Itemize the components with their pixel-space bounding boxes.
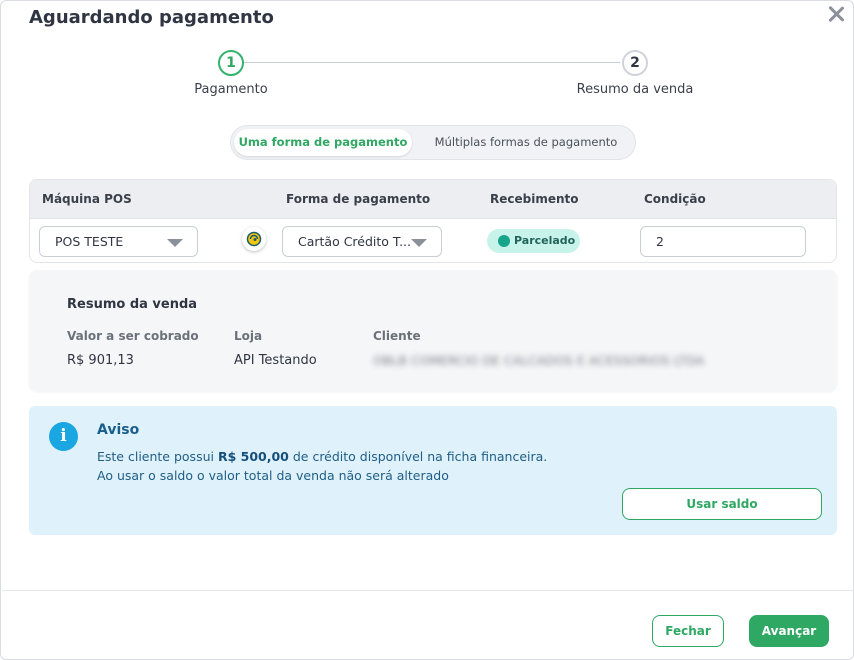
step-1-indicator: 1 bbox=[218, 50, 244, 76]
payment-mode-toggle: Uma forma de pagamento Múltiplas formas … bbox=[230, 125, 636, 160]
close-icon[interactable] bbox=[825, 3, 847, 25]
status-badge-label: Parcelado bbox=[514, 234, 576, 247]
condition-input[interactable]: 2 bbox=[640, 226, 806, 257]
notice-credit-amount: R$ 500,00 bbox=[217, 449, 289, 464]
notice-title: Aviso bbox=[97, 422, 140, 438]
notice-line-1: Este cliente possui R$ 500,00 de crédito… bbox=[97, 449, 547, 464]
info-icon: i bbox=[49, 422, 78, 451]
status-badge: Parcelado bbox=[487, 229, 580, 253]
table-header: Máquina POS Forma de pagamento Recebimen… bbox=[30, 180, 836, 219]
notice-line-1-prefix: Este cliente possui bbox=[97, 449, 218, 464]
payment-method-select[interactable]: Cartão Crédito T... bbox=[282, 226, 442, 257]
amount-value: R$ 901,13 bbox=[67, 353, 134, 368]
header-payment-method: Forma de pagamento bbox=[286, 192, 431, 206]
header-condition: Condição bbox=[644, 192, 706, 206]
store-label: Loja bbox=[234, 329, 263, 343]
credit-notice: i Aviso Este cliente possui R$ 500,00 de… bbox=[29, 406, 837, 535]
step-1-label: Pagamento bbox=[194, 82, 268, 97]
tab-single-payment[interactable]: Uma forma de pagamento bbox=[234, 129, 412, 156]
close-button[interactable]: Fechar bbox=[652, 615, 724, 647]
step-2-label: Resumo da venda bbox=[576, 82, 694, 97]
card-brand-icon bbox=[242, 227, 266, 251]
client-value: OBLB COMERCIO DE CALCADOS E ACESSORIOS L… bbox=[373, 353, 705, 368]
status-dot-icon bbox=[498, 235, 510, 247]
stepper-line bbox=[244, 62, 620, 63]
summary-heading: Resumo da venda bbox=[67, 297, 198, 312]
payment-method-value: Cartão Crédito T... bbox=[298, 234, 411, 249]
notice-line-2: Ao usar o saldo o valor total da venda n… bbox=[97, 468, 449, 483]
chevron-down-icon bbox=[411, 239, 427, 247]
store-value: API Testando bbox=[234, 353, 317, 368]
tab-multiple-payments[interactable]: Múltiplas formas de pagamento bbox=[421, 129, 631, 156]
pos-select[interactable]: POS TESTE bbox=[39, 226, 198, 257]
client-label: Cliente bbox=[373, 329, 421, 343]
payment-modal: Aguardando pagamento 1 2 Pagamento Resum… bbox=[0, 0, 854, 660]
pos-select-value: POS TESTE bbox=[55, 234, 124, 249]
footer-divider bbox=[2, 590, 854, 591]
notice-line-1-suffix: de crédito disponível na ficha financeir… bbox=[288, 449, 548, 464]
modal-title: Aguardando pagamento bbox=[29, 7, 274, 28]
header-receipt: Recebimento bbox=[490, 192, 579, 206]
sale-summary-card: Resumo da venda Valor a ser cobrado Loja… bbox=[29, 270, 837, 391]
header-pos: Máquina POS bbox=[42, 192, 132, 206]
payment-table: Máquina POS Forma de pagamento Recebimen… bbox=[29, 179, 837, 263]
amount-label: Valor a ser cobrado bbox=[67, 329, 199, 343]
chevron-down-icon bbox=[167, 239, 183, 247]
step-2-indicator: 2 bbox=[622, 50, 648, 76]
next-button[interactable]: Avançar bbox=[749, 615, 829, 647]
use-balance-button[interactable]: Usar saldo bbox=[622, 488, 822, 520]
